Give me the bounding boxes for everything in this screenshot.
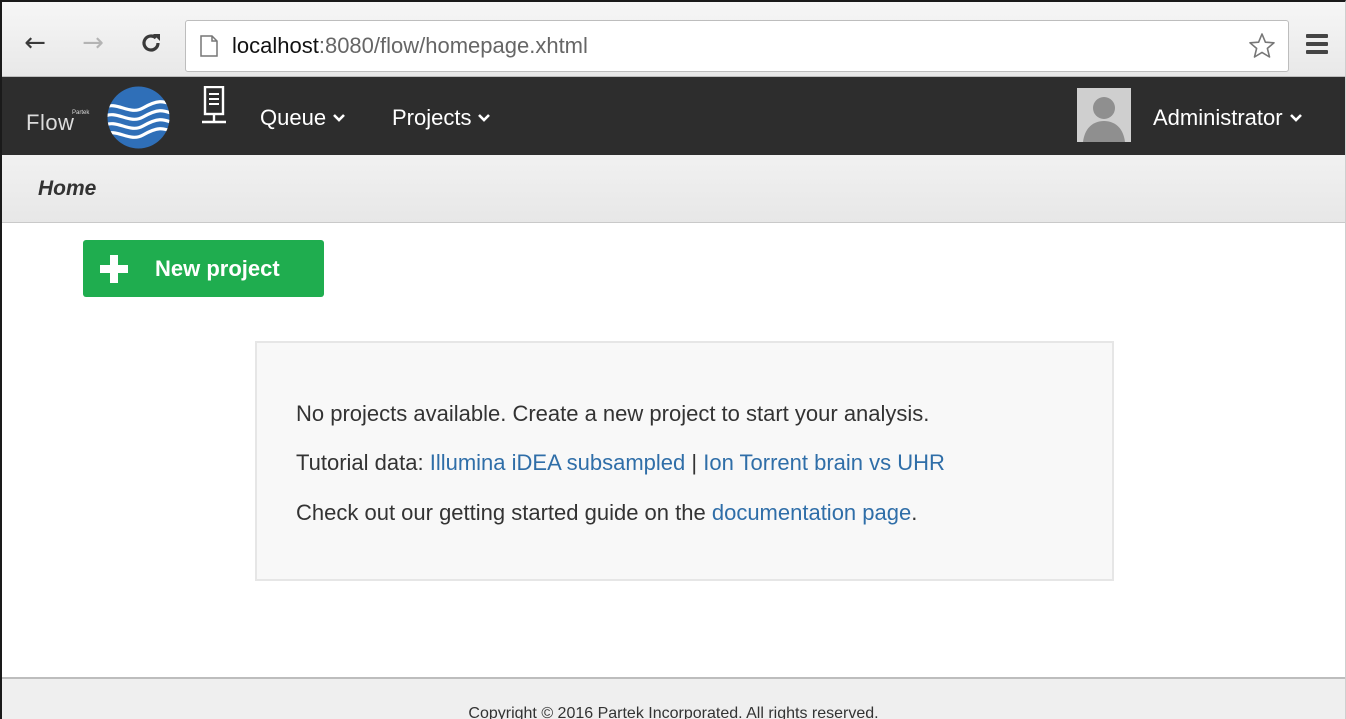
footer: Copyright © 2016 Partek Incorporated. Al… (2, 677, 1345, 719)
chevron-down-icon (333, 114, 345, 122)
new-project-label: New project (155, 255, 280, 281)
user-label: Administrator (1153, 105, 1283, 130)
projects-label: Projects (392, 105, 472, 130)
browser-toolbar: ← → localhost:8080/flow/homepage.xhtml (2, 2, 1345, 77)
illumina-tutorial-link[interactable]: Illumina iDEA subsampled (430, 450, 686, 475)
empty-state-card: No projects available. Create a new proj… (255, 341, 1114, 581)
user-menu[interactable]: Administrator (1153, 105, 1303, 131)
tutorial-prefix: Tutorial data: (296, 450, 430, 475)
address-bar[interactable]: localhost:8080/flow/homepage.xhtml (185, 20, 1289, 72)
page-icon (200, 35, 218, 57)
tutorial-separator: | (685, 450, 704, 475)
avatar[interactable] (1077, 88, 1131, 142)
url-text[interactable]: localhost:8080/flow/homepage.xhtml (232, 33, 588, 59)
hamburger-menu-icon[interactable] (1306, 34, 1328, 54)
copyright-text: Copyright © 2016 Partek Incorporated. Al… (468, 705, 879, 719)
queue-menu[interactable]: Queue (260, 105, 346, 131)
chevron-down-icon (1289, 114, 1302, 122)
reload-icon[interactable] (135, 28, 167, 58)
brand-name[interactable]: Flow (26, 112, 74, 134)
ion-torrent-tutorial-link[interactable]: Ion Torrent brain vs UHR (703, 450, 945, 475)
back-arrow-icon[interactable]: ← (19, 28, 51, 58)
flow-logo-icon[interactable] (107, 86, 170, 149)
guide-prefix: Check out our getting started guide on t… (296, 500, 712, 525)
star-icon[interactable] (1248, 32, 1276, 60)
server-icon[interactable] (201, 86, 227, 126)
tutorial-data-line: Tutorial data: Illumina iDEA subsampled … (296, 450, 945, 476)
guide-line: Check out our getting started guide on t… (296, 500, 917, 526)
guide-suffix: . (911, 500, 918, 525)
no-projects-message: No projects available. Create a new proj… (296, 401, 930, 426)
breadcrumb-home: Home (38, 177, 97, 200)
documentation-link[interactable]: documentation page (712, 500, 911, 525)
user-silhouette-icon (1077, 88, 1131, 142)
forward-arrow-icon[interactable]: → (77, 28, 109, 58)
brand-small-text: Partek (72, 110, 90, 116)
projects-menu[interactable]: Projects (392, 105, 491, 131)
chevron-down-icon (478, 114, 491, 122)
queue-label: Queue (260, 105, 327, 130)
plus-icon (100, 254, 128, 283)
new-project-button[interactable]: New project (83, 240, 324, 297)
breadcrumb: Home (2, 155, 1345, 223)
browser-window: ← → localhost:8080/flow/homepage.xhtml P… (0, 0, 1346, 719)
